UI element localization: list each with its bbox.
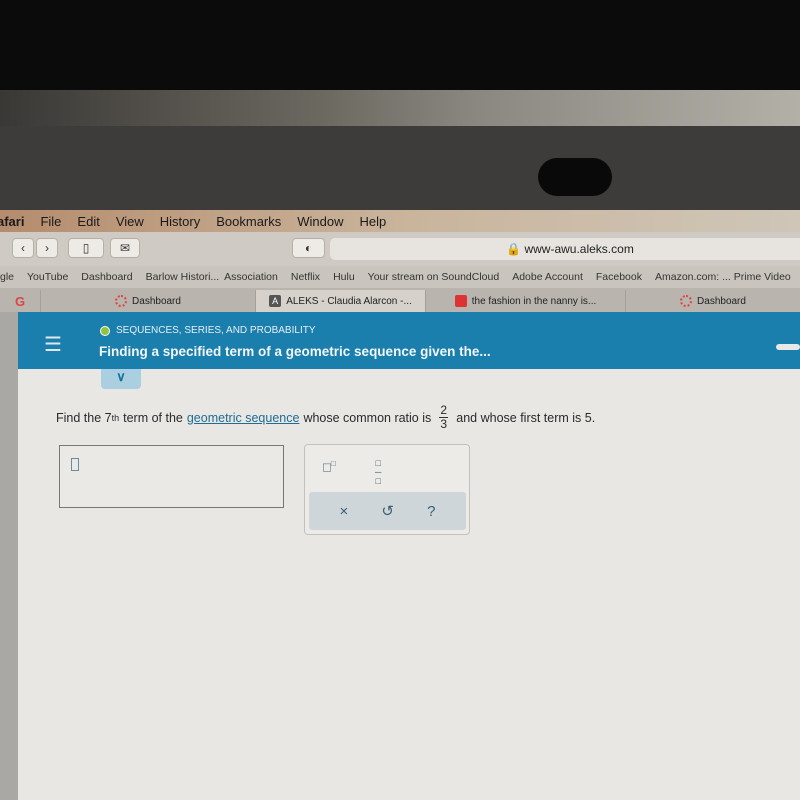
q-prefix: Find the 7 (56, 410, 112, 425)
help-button[interactable]: ? (427, 503, 435, 520)
aleks-icon: A (269, 295, 282, 307)
bookmark[interactable]: Dashboard (81, 271, 132, 283)
menu-app[interactable]: afari (0, 214, 24, 229)
category-label: SEQUENCES, SERIES, AND PROBABILITY (116, 325, 316, 336)
tab-youtube[interactable]: the fashion in the nanny is... (425, 290, 625, 312)
forward-button[interactable]: › (36, 238, 58, 258)
left-edge (0, 312, 18, 800)
camera-notch (538, 158, 612, 196)
menu-window[interactable]: Window (297, 214, 343, 229)
youtube-icon (454, 295, 467, 307)
privacy-shield-icon[interactable]: ◐ (292, 238, 325, 258)
monitor-frame (0, 126, 800, 210)
numerator: 2 (440, 403, 448, 417)
sidebar-icon[interactable]: ▯ (68, 238, 104, 258)
clear-button[interactable]: × (340, 503, 349, 520)
blurred-background (0, 90, 800, 126)
menu-bookmarks[interactable]: Bookmarks (216, 214, 281, 229)
answer-input[interactable] (59, 445, 284, 508)
menu-history[interactable]: History (160, 214, 200, 229)
fraction-button[interactable]: □ ─ □ (375, 459, 381, 486)
bookmark[interactable]: Hulu (333, 271, 355, 283)
bookmark[interactable]: Association (224, 271, 278, 283)
url-text: www-awu.aleks.com (524, 242, 634, 256)
bookmark[interactable]: gle (0, 271, 14, 283)
menu-file[interactable]: File (40, 214, 61, 229)
bookmark[interactable]: Amazon.com: ... Prime Video (655, 271, 791, 283)
dashboard-icon (115, 295, 128, 307)
q-suffix: and whose first term is 5. (456, 410, 596, 425)
address-bar[interactable]: 🔒 www-awu.aleks.com (330, 238, 800, 260)
denominator: 3 (440, 417, 448, 431)
status-dot-icon (100, 325, 110, 336)
tab-label: Dashboard (132, 295, 181, 307)
tab-dashboard-2[interactable]: Dashboard (625, 290, 800, 312)
input-cursor (71, 458, 79, 471)
mail-icon[interactable]: ✉ (110, 238, 140, 258)
bookmark[interactable]: YouTube (27, 271, 68, 283)
bookmark[interactable]: Adobe Account (512, 271, 583, 283)
topic-category: SEQUENCES, SERIES, AND PROBABILITY (100, 325, 316, 336)
bookmark[interactable]: Barlow Histori... (146, 271, 220, 283)
back-button[interactable]: ‹ (12, 238, 34, 258)
tab-label: ALEKS - Claudia Alarcon -... (286, 295, 412, 307)
undo-button[interactable]: ↺ (381, 502, 394, 520)
exponent-button[interactable]: □□ (323, 459, 336, 474)
dashboard-icon (680, 295, 693, 307)
tab-aleks[interactable]: A ALEKS - Claudia Alarcon -... (255, 290, 425, 312)
q-middle: term of the (123, 410, 183, 425)
menu-view[interactable]: View (116, 214, 144, 229)
browser-toolbar: ‹ › ▯ ✉ ◐ 🔒 www-awu.aleks.com (0, 232, 800, 266)
menu-bar: afari File Edit View History Bookmarks W… (0, 210, 800, 232)
q-after-link: whose common ratio is (303, 410, 432, 425)
bookmarks-bar: gle YouTube Dashboard Barlow Histori... … (0, 266, 800, 288)
bookmark[interactable]: Facebook (596, 271, 642, 283)
menu-hamburger-icon[interactable]: ☰ (44, 332, 62, 357)
tab-bar: G Dashboard A ALEKS - Claudia Alarcon -..… (0, 288, 800, 312)
question-text: Find the 7th term of the geometric seque… (56, 404, 595, 431)
expand-chevron-icon[interactable]: ∨ (101, 369, 141, 389)
math-keypad: □□ □ ─ □ × ↺ ? (304, 444, 470, 535)
tab-dashboard[interactable]: Dashboard (40, 290, 255, 312)
tab-label: Dashboard (697, 295, 746, 307)
main-content: ∨ Find the 7th term of the geometric seq… (18, 369, 800, 800)
tab-label: the fashion in the nanny is... (471, 295, 597, 307)
ratio-fraction: 23 (439, 403, 449, 431)
screen-bezel (0, 0, 800, 90)
menu-help[interactable]: Help (360, 214, 387, 229)
lock-icon: 🔒 (506, 242, 525, 256)
geometric-sequence-link[interactable]: geometric sequence (187, 411, 300, 425)
bookmark[interactable]: Netflix (291, 271, 320, 283)
q-sup: th (111, 412, 120, 423)
aleks-header: ☰ SEQUENCES, SERIES, AND PROBABILITY Fin… (18, 312, 800, 369)
page-title: Finding a specified term of a geometric … (99, 344, 491, 359)
progress-pill (776, 344, 800, 350)
tab-google[interactable]: G (0, 290, 40, 312)
menu-edit[interactable]: Edit (77, 214, 99, 229)
google-icon: G (14, 293, 26, 309)
bookmark[interactable]: Your stream on SoundCloud (368, 271, 500, 283)
